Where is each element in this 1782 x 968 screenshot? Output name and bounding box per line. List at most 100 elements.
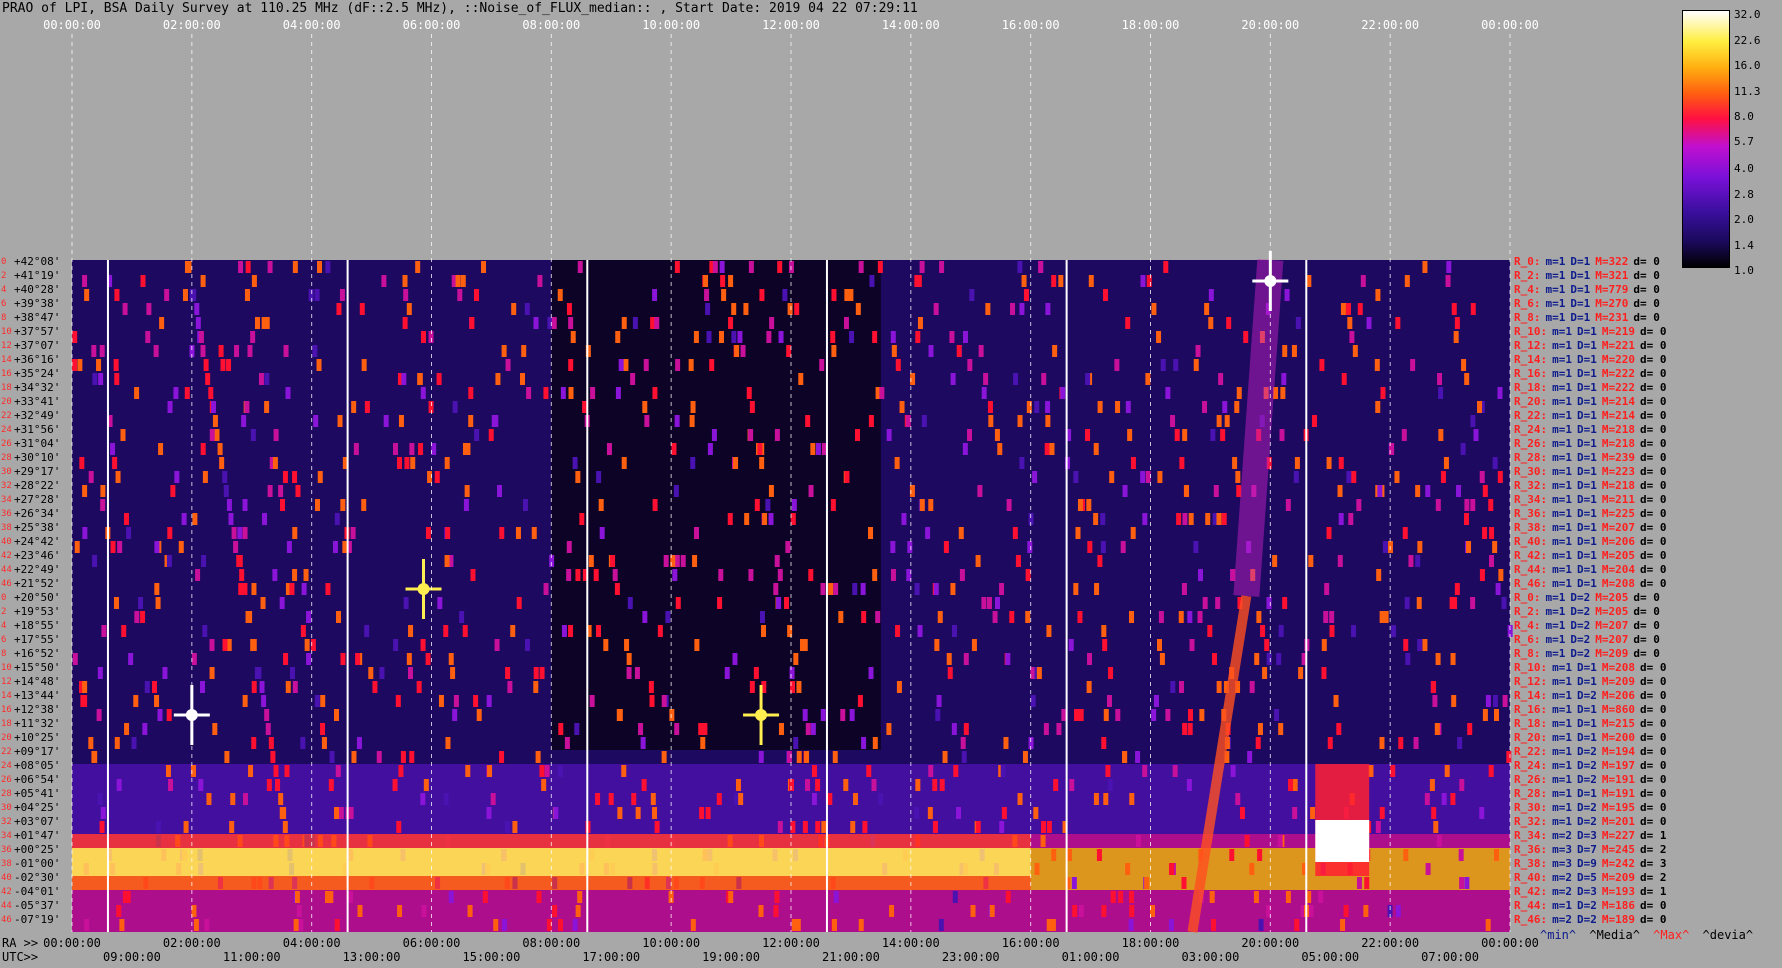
- heatmap-speckle: [840, 709, 846, 721]
- heatmap-speckle: [858, 919, 864, 931]
- heatmap-speckle: [886, 723, 892, 735]
- heatmap-speckle: [1049, 443, 1055, 455]
- heatmap-speckle: [1115, 401, 1121, 413]
- heatmap-speckle: [878, 793, 884, 805]
- heatmap-speckle: [719, 261, 725, 273]
- heatmap-speckle: [200, 345, 206, 357]
- heatmap-speckle: [1454, 583, 1460, 595]
- heatmap-speckle: [420, 639, 426, 651]
- declination-label: +06°54': [14, 773, 61, 786]
- colorbar-tick-label: 16.0: [1734, 59, 1761, 73]
- heatmap-speckle: [420, 793, 426, 805]
- heatmap-speckle: [551, 317, 557, 329]
- heatmap-speckle: [596, 471, 602, 483]
- heatmap-speckle: [325, 583, 331, 595]
- heatmap-speckle: [1044, 443, 1050, 455]
- heatmap-speckle: [632, 317, 638, 329]
- stat-min: m=1: [1552, 325, 1572, 338]
- heatmap-speckle: [494, 639, 500, 651]
- heatmap-speckle: [208, 387, 214, 399]
- heatmap-speckle: [128, 653, 134, 665]
- row-stat: R_24: m=1 D=2 M=197 d= 0: [1514, 759, 1667, 773]
- heatmap-speckle: [91, 751, 97, 763]
- stat-deviation: d= 0: [1633, 269, 1660, 282]
- heatmap-speckle: [890, 569, 896, 581]
- heatmap-speckle: [595, 793, 601, 805]
- heatmap-speckle: [1145, 373, 1151, 385]
- heatmap-speckle: [406, 303, 412, 315]
- heatmap-speckle: [914, 583, 920, 595]
- colorbar-tick-label: 2.8: [1734, 187, 1754, 201]
- heatmap-speckle: [1262, 667, 1268, 679]
- stat-deviation: d= 0: [1640, 759, 1667, 772]
- heatmap-speckle: [1479, 569, 1485, 581]
- heatmap-speckle: [1341, 373, 1347, 385]
- heatmap-speckle: [452, 401, 458, 413]
- row-index: 38: [1, 523, 12, 533]
- heatmap-speckle: [97, 667, 103, 679]
- heatmap-speckle: [1205, 513, 1211, 525]
- heatmap-speckle: [623, 359, 629, 371]
- heatmap-speckle: [1292, 807, 1298, 819]
- heatmap-speckle: [749, 681, 755, 693]
- heatmap-speckle: [1236, 387, 1242, 399]
- heatmap-speckle: [552, 905, 558, 917]
- heatmap-speckle: [1266, 653, 1272, 665]
- heatmap-speckle: [757, 443, 763, 455]
- heatmap-speckle: [300, 737, 306, 749]
- heatmap-speckle: [191, 653, 197, 665]
- row-index: 6: [1, 299, 7, 309]
- heatmap-speckle: [1069, 779, 1075, 791]
- stat-max: M=214: [1601, 395, 1635, 408]
- heatmap-speckle: [575, 471, 581, 483]
- heatmap-speckle: [1027, 541, 1033, 553]
- heatmap-speckle: [459, 611, 465, 623]
- heatmap-speckle: [533, 667, 539, 679]
- heatmap-speckle: [1128, 891, 1134, 903]
- heatmap-speckle: [1151, 709, 1157, 721]
- row-stat: R_30: m=1 D=1 M=223 d= 0: [1514, 465, 1667, 479]
- heatmap-speckle: [1168, 919, 1174, 931]
- stat-min: m=2: [1552, 885, 1572, 898]
- heatmap-speckle: [1170, 681, 1176, 693]
- heatmap-speckle: [167, 401, 173, 413]
- heatmap-speckle: [333, 709, 339, 721]
- stat-max: M=215: [1601, 717, 1635, 730]
- row-stat: R_24: m=1 D=1 M=218 d= 0: [1514, 423, 1667, 437]
- stat-deviation: d= 0: [1633, 633, 1660, 646]
- heatmap-speckle: [819, 359, 825, 371]
- heatmap-speckle: [949, 331, 955, 343]
- ra-tick-label: 06:00:00: [402, 936, 461, 950]
- heatmap-speckle: [400, 751, 406, 763]
- heatmap-speckle: [238, 261, 244, 273]
- heatmap-speckle: [217, 443, 223, 455]
- heatmap-speckle: [844, 471, 850, 483]
- heatmap-speckle: [1282, 345, 1288, 357]
- heatmap-speckle: [314, 695, 320, 707]
- row-index: 18: [1, 383, 12, 393]
- heatmap-speckle: [1337, 485, 1343, 497]
- heatmap-speckle: [499, 527, 505, 539]
- stat-median: D=2: [1577, 899, 1597, 912]
- heatmap-speckle: [935, 709, 941, 721]
- heatmap-speckle: [952, 891, 958, 903]
- heatmap-speckle: [614, 583, 620, 595]
- stat-min: m=1: [1552, 689, 1572, 702]
- heatmap-speckle: [1184, 485, 1190, 497]
- declination-label: +04°25': [14, 801, 61, 814]
- heatmap-speckle: [1482, 709, 1488, 721]
- stat-min: m=3: [1552, 857, 1572, 870]
- heatmap-speckle: [114, 373, 120, 385]
- heatmap-speckle: [156, 821, 162, 833]
- stat-median: D=7: [1577, 843, 1597, 856]
- heatmap-speckle: [192, 513, 198, 525]
- heatmap-speckle: [808, 569, 814, 581]
- heatmap-speckle: [170, 485, 176, 497]
- heatmap-speckle: [785, 541, 791, 553]
- heatmap-speckle: [351, 751, 357, 763]
- heatmap-speckle: [457, 289, 463, 301]
- stat-deviation: d= 2: [1640, 843, 1667, 856]
- row-stat: R_26: m=1 D=2 M=191 d= 0: [1514, 773, 1667, 787]
- heatmap-speckle: [237, 555, 243, 567]
- heatmap-speckle: [266, 779, 272, 791]
